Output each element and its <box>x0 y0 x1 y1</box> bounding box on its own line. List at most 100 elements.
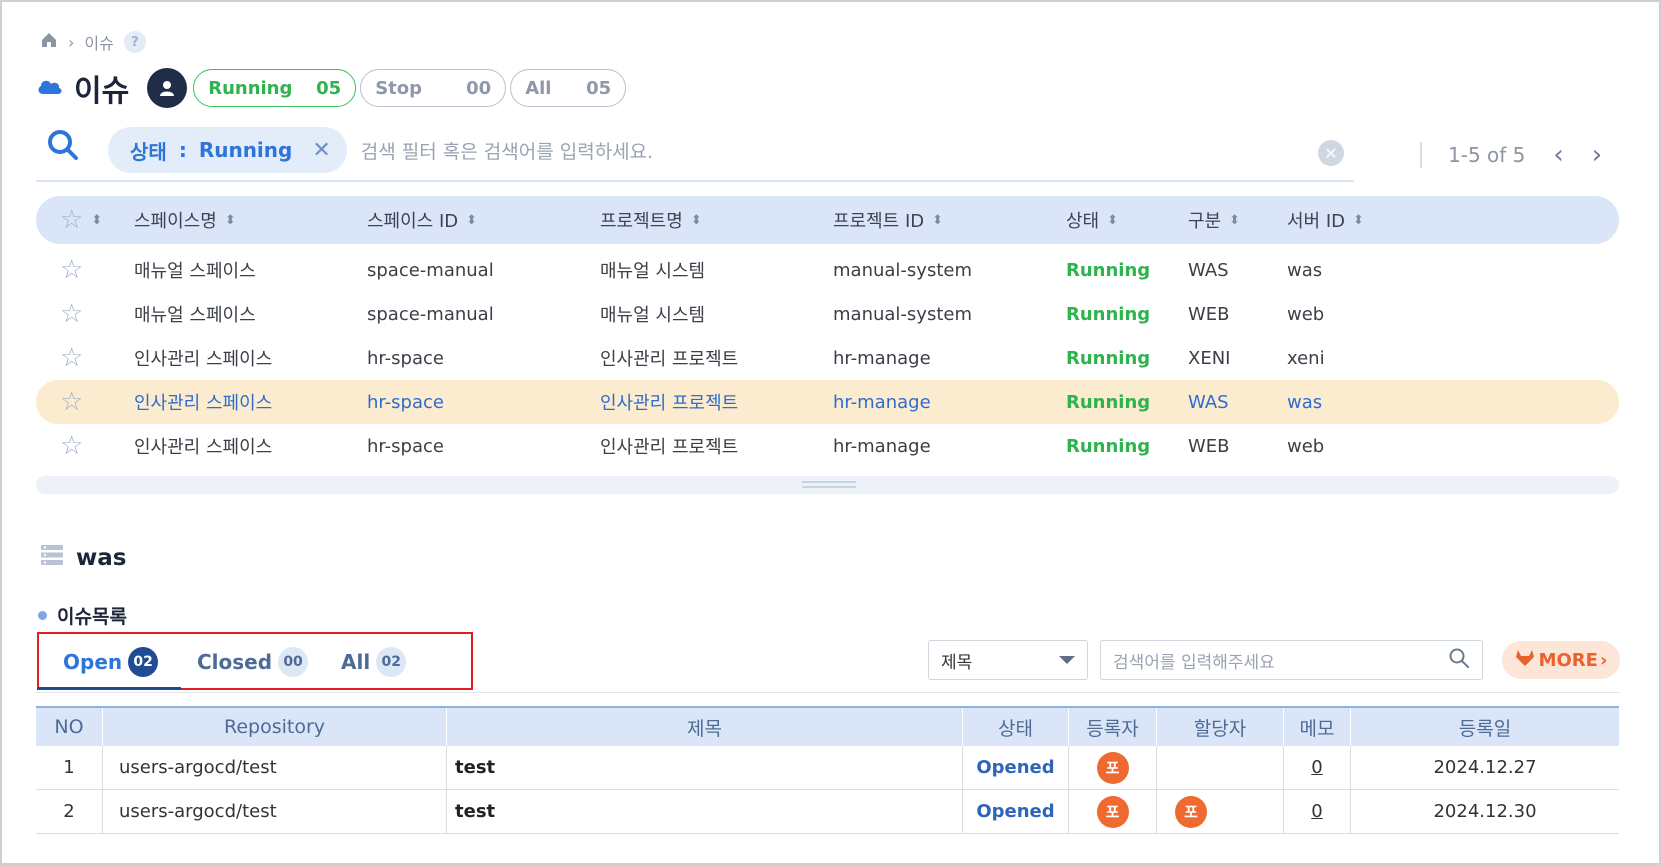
sort-icon[interactable]: ⬍ <box>1107 213 1118 228</box>
memo-link[interactable]: 0 <box>1311 801 1322 822</box>
star-outline-icon[interactable]: ☆ <box>60 343 83 373</box>
issue-tabs: Open 02 Closed 00 All 02 <box>37 632 473 690</box>
pagination: 1-5 of 5 ‹ › <box>1420 135 1602 175</box>
star-outline-icon[interactable]: ☆ <box>60 387 83 417</box>
cell-date: 2024.12.27 <box>1433 757 1537 778</box>
status-pill-running[interactable]: Running 05 <box>193 69 357 107</box>
avatar: 포 <box>1175 795 1207 828</box>
column-label: 프로젝트 ID <box>833 211 925 232</box>
chevron-right-icon[interactable]: › <box>1592 140 1602 170</box>
search-input[interactable]: 검색 필터 혹은 검색어를 입력하세요. <box>361 137 653 164</box>
gitlab-icon <box>1515 649 1535 672</box>
cell-space-name: 인사관리 스페이스 <box>134 349 273 370</box>
cell-repository: users-argocd/test <box>103 790 447 833</box>
tab-closed[interactable]: Closed 00 <box>197 644 309 680</box>
header-project-name[interactable]: 프로젝트명 ⬍ <box>600 196 702 244</box>
star-outline-icon[interactable]: ☆ <box>60 205 83 235</box>
issue-search-input[interactable]: 검색어를 입력해주세요 <box>1100 640 1483 680</box>
resize-handle[interactable] <box>802 481 856 488</box>
chevron-right-icon: › <box>1599 649 1608 671</box>
cell-space-name: 인사관리 스페이스 <box>134 437 273 458</box>
cell-space-id: hr-space <box>367 347 444 369</box>
cell-project-id: manual-system <box>833 303 972 325</box>
chevron-left-icon[interactable]: ‹ <box>1553 140 1563 170</box>
col-date: 등록일 <box>1458 717 1512 740</box>
filter-chip-status[interactable]: 상태 : Running ✕ <box>108 127 347 173</box>
cell-space-id: space-manual <box>367 303 494 325</box>
search-icon[interactable] <box>46 128 80 166</box>
sort-icon[interactable]: ⬍ <box>466 213 477 228</box>
clear-search-icon[interactable]: ✕ <box>1318 140 1344 166</box>
header-favorite[interactable]: ☆ ⬍ <box>60 196 102 244</box>
issue-list-title: 이슈목록 <box>38 602 127 628</box>
status-pill-stop[interactable]: Stop 00 <box>360 69 507 107</box>
breadcrumb: › 이슈 ? <box>40 30 146 54</box>
header-project-id[interactable]: 프로젝트 ID ⬍ <box>833 196 943 244</box>
cell-space-id: hr-space <box>367 435 444 457</box>
issue-row[interactable]: 1 users-argocd/test test Opened 포 0 2024… <box>36 746 1619 790</box>
tab-open[interactable]: Open 02 <box>63 644 159 680</box>
cell-project-name: 인사관리 프로젝트 <box>600 437 739 458</box>
filter-chip-value: Running <box>198 138 293 162</box>
star-outline-icon[interactable]: ☆ <box>60 299 83 329</box>
tab-all[interactable]: All 02 <box>341 644 407 680</box>
cell-registrant: 포 <box>1069 790 1157 833</box>
table-row[interactable]: ☆ 인사관리 스페이스 hr-space 인사관리 프로젝트 hr-manage… <box>36 424 1619 468</box>
cell-title[interactable]: test <box>447 790 963 833</box>
cell-assignee: 포 <box>1157 790 1284 833</box>
table-row[interactable]: ☆ 매뉴얼 스페이스 space-manual 매뉴얼 시스템 manual-s… <box>36 292 1619 336</box>
cell-type: WEB <box>1188 303 1230 325</box>
sort-icon[interactable]: ⬍ <box>691 213 702 228</box>
cell-project-name: 인사관리 프로젝트 <box>600 349 739 370</box>
tab-label: Closed <box>197 650 273 674</box>
cell-status: Running <box>1066 435 1151 457</box>
page-title: 이슈 <box>74 74 130 109</box>
search-icon[interactable] <box>1448 647 1470 674</box>
cell-project-name: 인사관리 프로젝트 <box>600 393 739 414</box>
table-row[interactable]: ☆ 인사관리 스페이스 hr-space 인사관리 프로젝트 hr-manage… <box>36 336 1619 380</box>
header-server-id[interactable]: 서버 ID ⬍ <box>1287 196 1364 244</box>
sort-icon[interactable]: ⬍ <box>225 213 236 228</box>
header-type[interactable]: 구분 ⬍ <box>1188 196 1240 244</box>
issue-table-header: NO Repository 제목 상태 등록자 할당자 메모 등록일 <box>36 706 1619 746</box>
sort-icon[interactable]: ⬍ <box>932 213 943 228</box>
cell-status: Opened <box>963 746 1069 789</box>
tab-count-badge: 00 <box>278 647 309 677</box>
header-space-name[interactable]: 스페이스명 ⬍ <box>134 196 236 244</box>
cell-status: Running <box>1066 391 1151 413</box>
tab-label: All <box>341 650 371 674</box>
search-field-select[interactable]: 제목 <box>928 640 1088 680</box>
table-row[interactable]: ☆ 매뉴얼 스페이스 space-manual 매뉴얼 시스템 manual-s… <box>36 248 1619 292</box>
cell-memo: 0 <box>1284 790 1351 833</box>
remove-filter-icon[interactable]: ✕ <box>312 138 330 163</box>
header-status[interactable]: 상태 ⬍ <box>1066 196 1118 244</box>
search-bar[interactable]: 상태 : Running ✕ 검색 필터 혹은 검색어를 입력하세요. <box>36 120 1354 182</box>
caret-down-icon <box>1059 656 1075 664</box>
sort-icon[interactable]: ⬍ <box>91 213 102 228</box>
home-icon[interactable] <box>40 31 58 53</box>
cell-space-name: 인사관리 스페이스 <box>134 393 273 414</box>
sort-icon[interactable]: ⬍ <box>1229 213 1240 228</box>
more-button[interactable]: MORE › <box>1502 641 1620 679</box>
cell-space-id: hr-space <box>367 391 444 413</box>
cell-space-name: 매뉴얼 스페이스 <box>134 305 256 326</box>
cell-status: Running <box>1066 303 1151 325</box>
issue-row[interactable]: 2 users-argocd/test test Opened 포 포 0 20… <box>36 790 1619 834</box>
header-space-id[interactable]: 스페이스 ID ⬍ <box>367 196 477 244</box>
status-pill-all[interactable]: All 05 <box>510 69 627 107</box>
server-name: was <box>76 545 127 571</box>
help-icon[interactable]: ? <box>123 31 146 53</box>
cell-server-id: was <box>1287 259 1323 281</box>
sort-icon[interactable]: ⬍ <box>1353 213 1364 228</box>
cell-title[interactable]: test <box>447 746 963 789</box>
column-label: 스페이스 ID <box>367 211 459 232</box>
memo-link[interactable]: 0 <box>1311 757 1322 778</box>
cell-date: 2024.12.30 <box>1433 801 1537 822</box>
star-outline-icon[interactable]: ☆ <box>60 431 83 461</box>
avatar: 포 <box>1096 751 1129 784</box>
cell-space-id: space-manual <box>367 259 494 281</box>
user-icon[interactable] <box>147 68 188 108</box>
star-outline-icon[interactable]: ☆ <box>60 255 83 285</box>
pill-label: All <box>525 77 552 99</box>
table-row-selected[interactable]: ☆ 인사관리 스페이스 hr-space 인사관리 프로젝트 hr-manage… <box>36 380 1619 424</box>
